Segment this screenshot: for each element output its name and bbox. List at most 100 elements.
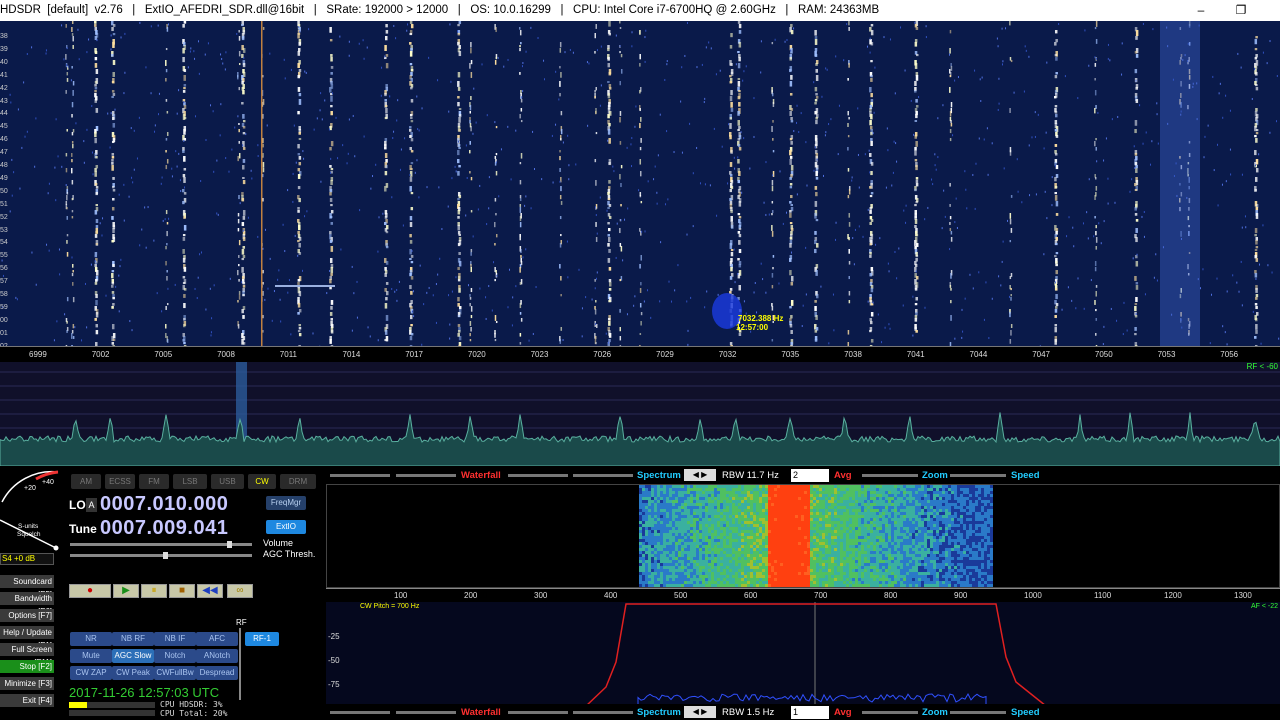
- slider-1[interactable]: [330, 474, 390, 477]
- waterfall-signal-trace: [1054, 30, 1059, 345]
- avg-select-bottom[interactable]: 1: [791, 706, 829, 719]
- frequency-tick-label: 7029: [656, 350, 674, 359]
- zoom-waterfall[interactable]: [326, 484, 1280, 588]
- mode-ecss-button[interactable]: ECSS: [105, 474, 135, 489]
- rf-spectrum[interactable]: RF < -60: [0, 362, 1280, 466]
- dsp-button-notch[interactable]: Notch: [154, 649, 196, 663]
- side-menu-item[interactable]: Exit [F4]: [0, 694, 54, 707]
- stop-transport-button[interactable]: ■: [169, 584, 195, 598]
- audio-frequency-tick-label: 300: [534, 591, 548, 600]
- main-waterfall[interactable]: 38 39 40 41 42 43 44 45 46 47 48 49 50 51 52 53 54 55 56 57…: [0, 21, 1280, 346]
- mode-lsb-button[interactable]: LSB: [173, 474, 207, 489]
- mode-drm-button[interactable]: DRM: [280, 474, 316, 489]
- rf-gain-slider[interactable]: [239, 628, 241, 700]
- dsp-button-afc[interactable]: AFC: [196, 632, 238, 646]
- rewind-button[interactable]: ◀◀: [197, 584, 223, 598]
- waterfall-signal-trace: [297, 21, 302, 346]
- cpu-total-label: CPU Total: 20%: [160, 709, 228, 718]
- zoom-waterfall-toolbar: Waterfall Spectrum ◀ ▶ RBW 11.7 Hz 2 Avg…: [326, 467, 1280, 484]
- dsp-button-nb-if[interactable]: NB IF: [154, 632, 196, 646]
- dsp-button-cw-peak[interactable]: CW Peak: [112, 666, 154, 680]
- dsp-button-nb-rf[interactable]: NB RF: [112, 632, 154, 646]
- slider-4[interactable]: [573, 474, 633, 477]
- meter-reading: S4 +0 dB: [0, 553, 54, 565]
- volume-slider[interactable]: [70, 541, 252, 548]
- audio-frequency-tick-label: 800: [884, 591, 898, 600]
- dsp-button-cw-zap[interactable]: CW ZAP: [70, 666, 112, 680]
- rbw-label-bottom: RBW 1.5 Hz: [722, 707, 775, 718]
- frequency-tick-label: 7008: [217, 350, 235, 359]
- restore-button[interactable]: ❐: [1226, 0, 1256, 21]
- waterfall-signal-trace: [559, 42, 563, 344]
- side-menu-item[interactable]: Options [F7]: [0, 609, 54, 622]
- extio-button[interactable]: ExtIO: [266, 520, 306, 534]
- mode-cw-button[interactable]: CW: [248, 474, 276, 489]
- dsp-button-despread[interactable]: Despread: [196, 666, 238, 680]
- loop-button[interactable]: ∞: [227, 584, 253, 598]
- frequency-tick-label: 7047: [1032, 350, 1050, 359]
- slider-12[interactable]: [950, 711, 1006, 714]
- lo-frequency[interactable]: 0007.010.000: [100, 493, 228, 516]
- slider-6[interactable]: [950, 474, 1006, 477]
- avg-select[interactable]: 2: [791, 469, 829, 482]
- waterfall-time-label: 53: [0, 226, 8, 234]
- waterfall-signal-trace: [771, 42, 775, 342]
- slider-10[interactable]: [573, 711, 633, 714]
- title-bar: HDSDR [default] v2.76 | ExtIO_AFEDRI_SDR…: [0, 0, 1280, 21]
- dsp-button-mute[interactable]: Mute: [70, 649, 112, 663]
- dsp-button-nr[interactable]: NR: [70, 632, 112, 646]
- frequency-tick-label: 7005: [154, 350, 173, 359]
- waterfall-frequency-scale[interactable]: 6999 7002 7005 7008 7011 7014 7017 7020 7023 7026…: [0, 346, 1280, 362]
- zoom-label: Zoom: [922, 470, 948, 481]
- waterfall-signal-trace: [814, 30, 819, 342]
- mode-fm-button[interactable]: FM: [139, 474, 169, 489]
- waterfall-time-label: 00: [0, 316, 8, 324]
- slider-7[interactable]: [330, 711, 390, 714]
- dsp-button-anotch[interactable]: ANotch: [196, 649, 238, 663]
- mode-usb-button[interactable]: USB: [211, 474, 244, 489]
- slider-2[interactable]: [396, 474, 456, 477]
- side-menu-item[interactable]: Help / Update [F1]: [0, 626, 54, 650]
- frequency-tick-label: 7002: [91, 350, 110, 359]
- slider-3[interactable]: [508, 474, 568, 477]
- slider-11[interactable]: [862, 711, 918, 714]
- audio-frequency-scale: 100 200 300 400 500 600 700 800 900 1000 1100 1200 1…: [326, 588, 1280, 602]
- control-panel: +40 +20 S-units Squelch S4 +0 dB AM ECSS F…: [0, 466, 326, 720]
- rbw-arrows-bottom[interactable]: ◀ ▶: [684, 706, 716, 718]
- af-spectrum[interactable]: CW Pitch = 700 Hz AF < -22 -25-50-75-100…: [326, 602, 1280, 706]
- frequency-tick-label: 7038: [844, 350, 862, 359]
- dsp-button-agc-slow[interactable]: AGC Slow: [112, 649, 154, 663]
- side-menu-item[interactable]: Minimize [F3]: [0, 677, 54, 690]
- rbw-arrows[interactable]: ◀ ▶: [684, 469, 716, 481]
- side-menu-item[interactable]: Full Screen [F11]: [0, 643, 54, 667]
- waterfall-time-label: 52: [0, 213, 8, 221]
- slider-8[interactable]: [396, 711, 456, 714]
- side-menu-item[interactable]: Bandwidth [F6]: [0, 592, 54, 616]
- minimize-button[interactable]: –: [1186, 0, 1216, 21]
- tune-frequency[interactable]: 0007.009.041: [100, 517, 228, 540]
- freqmgr-button[interactable]: FreqMgr: [266, 496, 306, 510]
- waterfall-signal-trace: [71, 21, 75, 346]
- rf-attenuator-button[interactable]: RF-1: [245, 632, 279, 646]
- dsp-button-cwfullbw[interactable]: CWFullBw: [154, 666, 196, 680]
- frequency-tick-label: 7050: [1094, 350, 1113, 359]
- waterfall-signal-trace: [949, 30, 953, 346]
- waterfall-time-label: 51: [0, 200, 8, 208]
- slider-9[interactable]: [508, 711, 568, 714]
- side-menu-item[interactable]: Soundcard [F5]: [0, 575, 54, 599]
- frequency-tick-label: 7011: [279, 350, 297, 359]
- side-menu-item[interactable]: Stop [F2]: [0, 660, 54, 673]
- agc-threshold-slider[interactable]: [70, 552, 252, 559]
- pause-button[interactable]: ⏸: [141, 584, 167, 598]
- record-button[interactable]: ●: [69, 584, 111, 598]
- mode-am-button[interactable]: AM: [71, 474, 101, 489]
- waterfall-time-label: 57: [0, 278, 8, 286]
- lo-ab-button[interactable]: A: [86, 498, 97, 512]
- waterfall-signal-trace: [519, 27, 523, 345]
- waterfall-signal-trace: [1094, 21, 1098, 346]
- frequency-tick-label: 7017: [405, 350, 423, 359]
- waterfall-signal-trace: [1134, 27, 1139, 346]
- play-button[interactable]: ▶: [113, 584, 139, 598]
- waterfall-time-label: 46: [0, 136, 8, 144]
- slider-5[interactable]: [862, 474, 918, 477]
